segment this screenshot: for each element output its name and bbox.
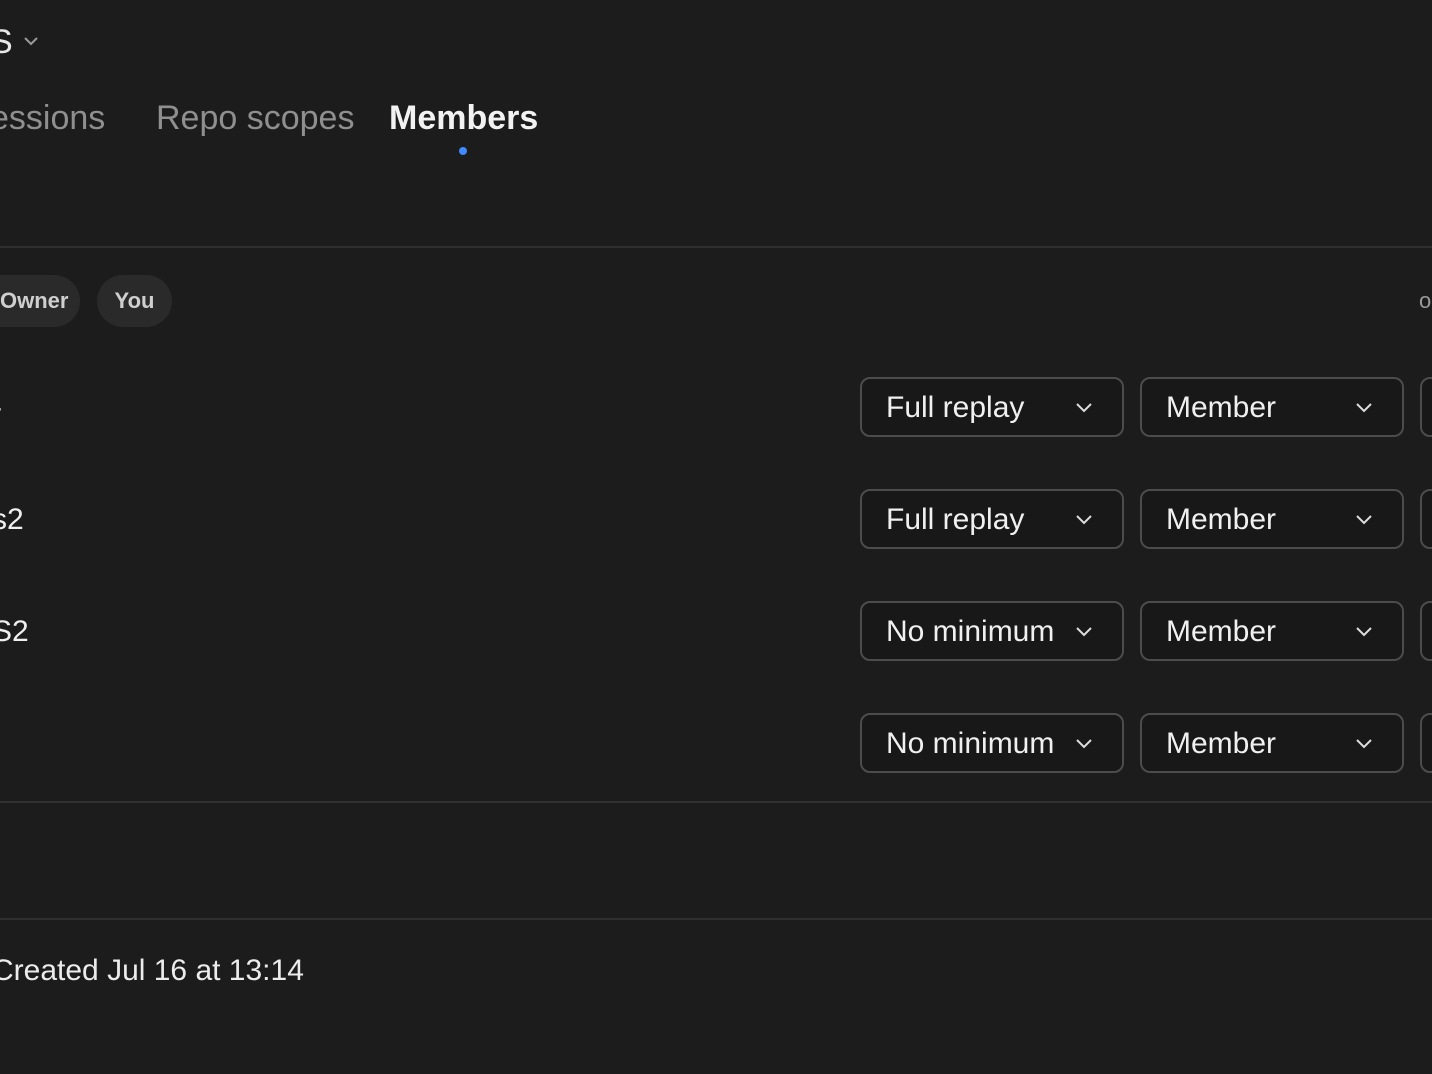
chevron-down-icon [1356,739,1372,749]
replay-select-value: No minimum [886,615,1055,648]
chevron-down-icon [1356,627,1372,637]
section-divider [0,246,1432,248]
role-select[interactable]: Member [1140,489,1404,549]
replay-select[interactable]: Full replay [860,489,1124,549]
members-bottom-divider [0,801,1432,803]
tab-members[interactable]: Members [389,96,538,140]
chevron-down-icon [1076,627,1092,637]
replay-select-value: Full replay [886,503,1025,536]
replay-select[interactable]: No minimum [860,601,1124,661]
tab-repo-scopes[interactable]: Repo scopes [156,96,354,140]
role-select-value: Member [1166,391,1277,424]
replay-select-value: No minimum [886,727,1055,760]
replay-select[interactable]: Full replay [860,377,1124,437]
owner-badge: Owner [0,275,80,327]
created-timestamp: Created Jul 16 at 13:14 [0,954,304,987]
role-select-value: Member [1166,727,1277,760]
role-select-value: Member [1166,503,1277,536]
chevron-down-icon [1076,515,1092,525]
row-action-button[interactable] [1420,377,1432,437]
row-action-button[interactable] [1420,713,1432,773]
footer-divider [0,918,1432,920]
chevron-down-icon [1076,403,1092,413]
tab-sessions[interactable]: essions [0,96,105,140]
row-action-button[interactable] [1420,489,1432,549]
member-name: s2 [0,503,24,536]
role-select[interactable]: Member [1140,713,1404,773]
chevron-down-icon [1076,739,1092,749]
chevron-down-icon [1356,515,1372,525]
role-select-value: Member [1166,615,1277,648]
active-tab-indicator [459,147,467,155]
chevron-down-icon[interactable] [22,34,40,48]
replay-select-value: Full replay [886,391,1025,424]
role-select[interactable]: Member [1140,377,1404,437]
member-name: S2 [0,615,29,648]
workspace-title[interactable]: S [0,20,13,64]
row-action-button[interactable] [1420,601,1432,661]
member-name: - [0,390,2,426]
chevron-down-icon [1356,403,1372,413]
role-select[interactable]: Member [1140,601,1404,661]
replay-select[interactable]: No minimum [860,713,1124,773]
you-badge: You [97,275,172,327]
right-truncated-text: o [1419,288,1432,313]
